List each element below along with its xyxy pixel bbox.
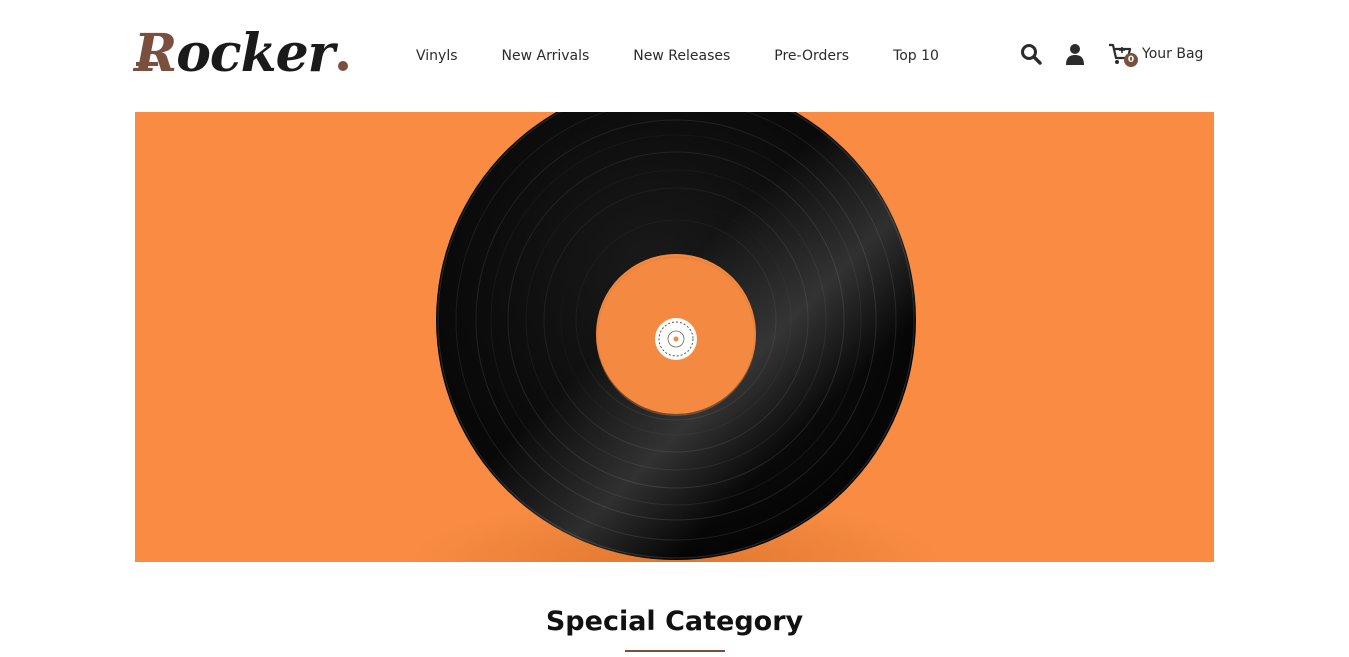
nav-item-new-arrivals[interactable]: New Arrivals (502, 46, 590, 66)
user-icon[interactable] (1063, 42, 1087, 66)
bag-count-badge: 0 (1124, 53, 1138, 67)
bag-label: Your Bag (1142, 46, 1204, 62)
logo-text: ocker (176, 23, 335, 84)
logo-dot (338, 61, 349, 71)
search-icon[interactable] (1019, 42, 1043, 66)
nav-item-new-releases[interactable]: New Releases (633, 46, 730, 66)
logo-first-letter: R (134, 23, 177, 84)
logo[interactable]: R ocker (134, 22, 349, 86)
record-label-icon (655, 318, 697, 360)
nav-item-top-10[interactable]: Top 10 (893, 46, 939, 66)
section-title-underline (625, 650, 725, 652)
bag-button[interactable]: 0 Your Bag (1108, 42, 1204, 67)
site-header: R ocker Vinyls New Arrivals New Releases… (0, 0, 1349, 112)
header-tools: 0 Your Bag (1019, 42, 1204, 67)
section-title: Special Category (545, 606, 804, 637)
nav-item-pre-orders[interactable]: Pre-Orders (774, 46, 849, 66)
hero-banner[interactable] (135, 112, 1214, 562)
main-nav: Vinyls New Arrivals New Releases Pre-Ord… (416, 46, 939, 66)
logo-accent-bar (136, 62, 158, 66)
nav-item-vinyls[interactable]: Vinyls (416, 46, 458, 66)
vinyl-record-image (135, 112, 1214, 562)
